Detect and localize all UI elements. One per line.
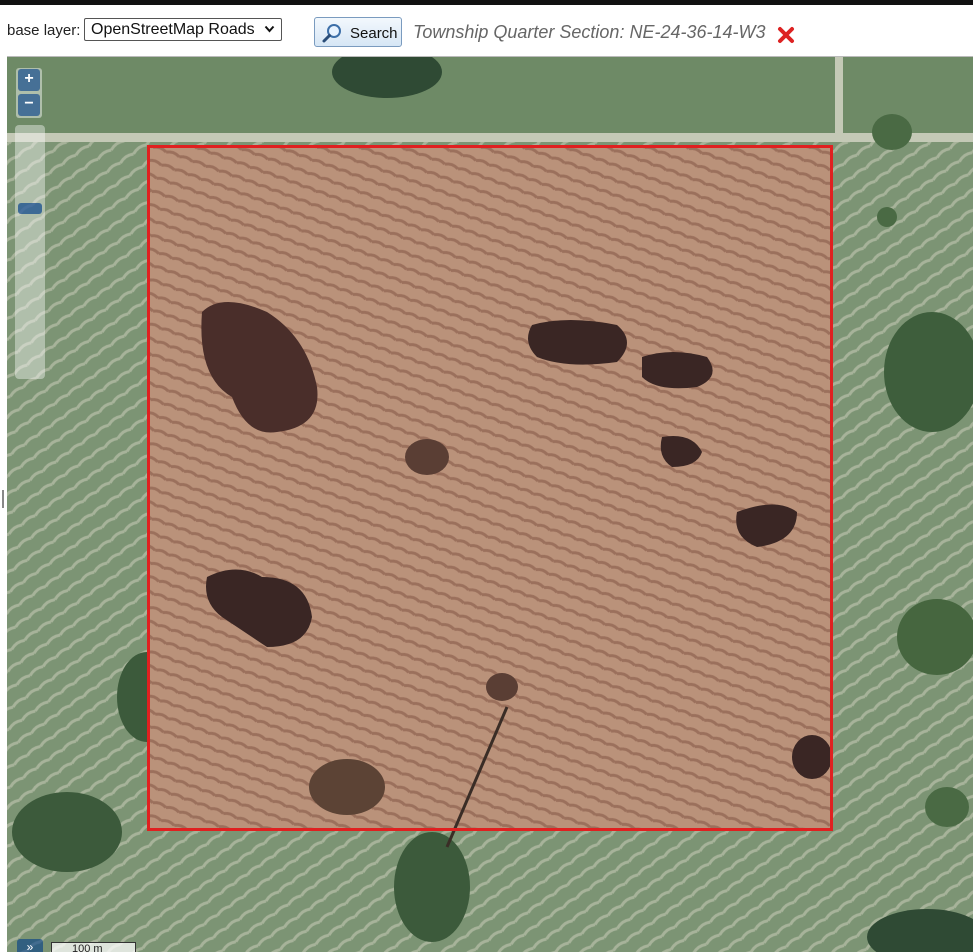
- quarter-section-outline: [147, 145, 833, 831]
- base-layer-selected-value: OpenStreetMap Roads: [91, 20, 255, 38]
- zoom-slider[interactable]: [15, 125, 45, 379]
- zoom-out-button[interactable]: −: [18, 94, 40, 116]
- map-viewport[interactable]: + − » 100 m: [7, 56, 973, 952]
- magnifier-icon: [322, 24, 341, 43]
- base-layer-label: base layer:: [7, 22, 81, 39]
- expand-overview-button[interactable]: »: [17, 939, 43, 952]
- resize-handle[interactable]: [2, 490, 4, 508]
- close-icon[interactable]: [777, 26, 795, 44]
- zoom-in-button[interactable]: +: [18, 69, 40, 91]
- township-quarter-section: Township Quarter Section: NE-24-36-14-W3: [413, 22, 766, 42]
- zoom-slider-thumb[interactable]: [18, 203, 42, 214]
- zoom-control: + −: [16, 68, 42, 118]
- search-button-label: Search: [350, 25, 398, 42]
- chevron-down-icon: [264, 25, 275, 33]
- toolbar: base layer: OpenStreetMap Roads Search T…: [0, 5, 973, 55]
- base-layer-select[interactable]: OpenStreetMap Roads: [84, 18, 282, 41]
- search-button[interactable]: Search: [314, 17, 402, 47]
